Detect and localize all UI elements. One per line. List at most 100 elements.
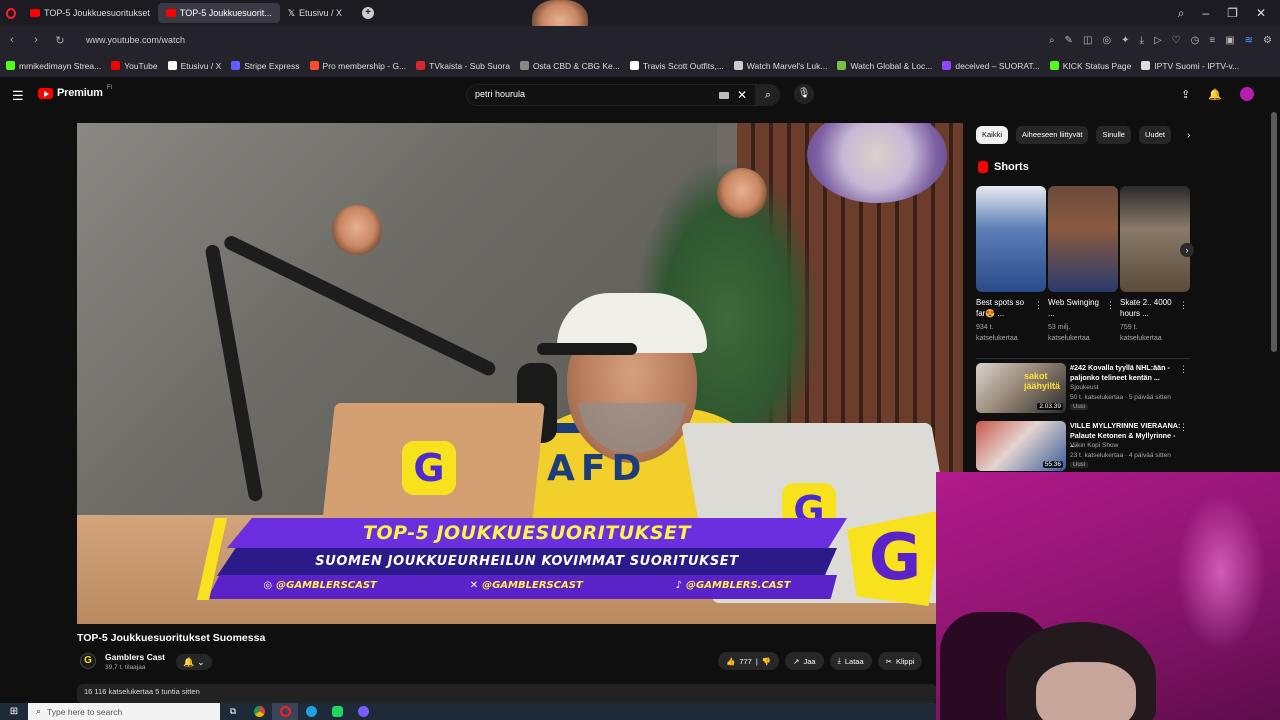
bookmark-item[interactable]: Stripe Express [231, 61, 300, 71]
discord-icon[interactable] [350, 703, 376, 720]
thumbs-down-icon[interactable]: 👎 [762, 657, 771, 666]
short-title-1[interactable]: Best spots so far😍 ... [976, 297, 1032, 319]
chevron-right-icon[interactable]: › [1187, 130, 1190, 141]
url-field[interactable]: www.youtube.com/watch [86, 35, 185, 45]
bookmark-item[interactable]: Watch Marvel's Luk... [733, 61, 827, 71]
keyboard-icon[interactable] [719, 92, 729, 99]
opera-logo-icon[interactable] [0, 0, 22, 26]
bookmark-item[interactable]: Osta CBD & CBG Ke... [519, 61, 620, 71]
guide-menu-icon[interactable]: ☰ [12, 88, 24, 104]
rec-thumbnail[interactable]: 55.36 [976, 421, 1066, 471]
bookmark-favicon-icon [111, 61, 121, 70]
settings-icon[interactable]: ⚙ [1263, 35, 1272, 46]
bookmark-label: IPTV Suomi - IPTV-v... [1154, 60, 1240, 71]
snapshot-icon[interactable]: ◫ [1083, 35, 1092, 46]
windows-start-icon[interactable]: ⊞ [0, 706, 28, 717]
rec-channel[interactable]: Sjoukeust [1070, 384, 1099, 391]
rec-thumbnail[interactable]: sakot jäähyiltä 2.03.39 [976, 363, 1066, 413]
new-tab-button[interactable]: + [362, 7, 375, 19]
chip-all[interactable]: Kaikki [976, 126, 1009, 144]
chip-new[interactable]: Uudet [1138, 126, 1171, 144]
spotify-icon[interactable] [324, 703, 350, 720]
opera-icon[interactable] [272, 703, 298, 720]
more-options-icon[interactable]: ⋮ [1106, 300, 1115, 311]
tab-label: TOP-5 Joukkuesuoritukset [44, 8, 150, 18]
bookmark-item[interactable]: KICK Status Page [1049, 61, 1131, 71]
aria-icon[interactable]: ≋ [1245, 35, 1253, 46]
description-box[interactable] [77, 684, 937, 704]
minimize-icon[interactable]: – [1202, 6, 1209, 20]
more-options-icon[interactable]: ⋮ [1179, 300, 1188, 311]
download-button[interactable]: ⤓ Lataa [829, 652, 872, 670]
bookmark-item[interactable]: Pro membership - G... [309, 61, 406, 71]
extension-icon[interactable]: ✦ [1121, 35, 1129, 46]
channel-avatar[interactable]: G [80, 653, 96, 669]
short-thumbnail-1[interactable] [976, 186, 1046, 292]
logo-text: Premium [57, 87, 103, 99]
history-icon[interactable]: ◷ [1191, 35, 1200, 46]
browser-tab-3[interactable]: 𝕏 Etusivu / X [280, 3, 350, 23]
more-options-icon[interactable]: ⋮ [1179, 422, 1188, 433]
microphone-icon[interactable]: 🎙 [794, 84, 814, 104]
like-button[interactable]: 👍 777 | 👎 [718, 652, 780, 670]
clip-button[interactable]: ✂ Klippi [877, 652, 923, 670]
reload-icon[interactable]: ↻ [48, 34, 72, 47]
search-icon[interactable]: ⌕ [1178, 6, 1185, 21]
chip-related[interactable]: Aiheeseen liittyvät [1016, 126, 1089, 144]
shorts-icon [978, 161, 988, 173]
channel-name[interactable]: Gamblers Cast [105, 652, 165, 662]
notifications-bell-icon[interactable]: 🔔 [1208, 88, 1222, 101]
recommended-video-1[interactable]: sakot jäähyiltä 2.03.39 #242 Kovalla tyy… [976, 363, 1190, 415]
rec-title[interactable]: #242 Kovalla tyyllä NHL:ään - paljonko t… [1070, 363, 1182, 382]
bookmark-item[interactable]: Etusivu / X [167, 61, 221, 71]
bookmark-item[interactable]: Travis Scott Outfits,... [629, 61, 724, 71]
page-scrollbar[interactable] [1271, 112, 1277, 352]
browser-tab-2[interactable]: TOP-5 Joukkuesuorit... [157, 3, 280, 23]
account-avatar[interactable] [1240, 87, 1254, 101]
taskbar-search[interactable]: ⌕ Type here to search [28, 703, 220, 720]
bookmark-favicon-icon [733, 61, 743, 70]
chrome-icon[interactable] [246, 703, 272, 720]
bookmark-item[interactable]: IPTV Suomi - IPTV-v... [1141, 61, 1239, 71]
zoom-icon[interactable]: ⌕ [1049, 35, 1055, 46]
browser-tab-1[interactable]: TOP-5 Joukkuesuoritukset [22, 3, 158, 23]
share-screen-icon[interactable]: ⇪ [1181, 88, 1190, 101]
recommended-video-2[interactable]: 55.36 VILLE MYLLYRINNE VIERAANA: Palaute… [976, 421, 1190, 473]
chip-for-you[interactable]: Sinulle [1096, 126, 1131, 144]
rec-channel[interactable]: Viikin Kopi Show [1070, 442, 1118, 449]
player-icon[interactable]: ▷ [1154, 35, 1162, 46]
wallet-icon[interactable]: ▣ [1225, 35, 1234, 46]
search-button[interactable]: ⌕ [756, 84, 780, 106]
short-title-3[interactable]: Skate 2.. 4000 hours ... [1120, 297, 1176, 319]
menu-icon[interactable]: ≡ [1209, 35, 1215, 46]
bookmark-item[interactable]: Watch Global & Loc... [837, 61, 932, 71]
bookmark-item[interactable]: deceived – SUORAT... [942, 61, 1040, 71]
short-title-2[interactable]: Web Swinging ... [1048, 297, 1104, 319]
more-options-icon[interactable]: ⋮ [1034, 300, 1043, 311]
more-options-icon[interactable]: ⋮ [1179, 364, 1188, 375]
bookmark-item[interactable]: mmikedimayn Strea... [6, 61, 101, 71]
short-thumbnail-2[interactable] [1048, 186, 1118, 292]
windows-taskbar: ⊞ ⌕ Type here to search ⧉ [0, 703, 936, 720]
edit-icon[interactable]: ✎ [1065, 35, 1073, 46]
share-button[interactable]: ↗ Jaa [785, 652, 824, 670]
back-icon[interactable]: ‹ [0, 34, 24, 46]
download-icon[interactable]: ⤓ [1140, 35, 1144, 46]
short-thumbnail-3[interactable] [1120, 186, 1190, 292]
close-icon[interactable]: ✕ [1256, 6, 1266, 20]
clear-search-icon[interactable]: ✕ [737, 88, 747, 102]
video-player[interactable]: AFD G G TOP-5 JOUKKUESUORITUKSET SUOMEN … [77, 123, 963, 624]
heart-icon[interactable]: ♡ [1172, 35, 1181, 46]
youtube-logo[interactable]: Premium FI [38, 85, 112, 99]
forward-icon[interactable]: › [24, 34, 48, 46]
task-view-icon[interactable]: ⧉ [220, 703, 246, 720]
shorts-next-icon[interactable]: › [1180, 243, 1194, 257]
bookmark-item[interactable]: TVkaista - Sub Suora [416, 61, 510, 71]
search-input[interactable] [475, 89, 715, 99]
bookmark-item[interactable]: YouTube [111, 61, 158, 71]
subscribed-bell-button[interactable]: 🔔 ⌄ [176, 654, 212, 670]
edge-icon[interactable] [298, 703, 324, 720]
maximize-icon[interactable]: ❐ [1227, 6, 1238, 20]
vpn-icon[interactable]: ◎ [1102, 35, 1111, 46]
webcam-light [1176, 492, 1266, 652]
